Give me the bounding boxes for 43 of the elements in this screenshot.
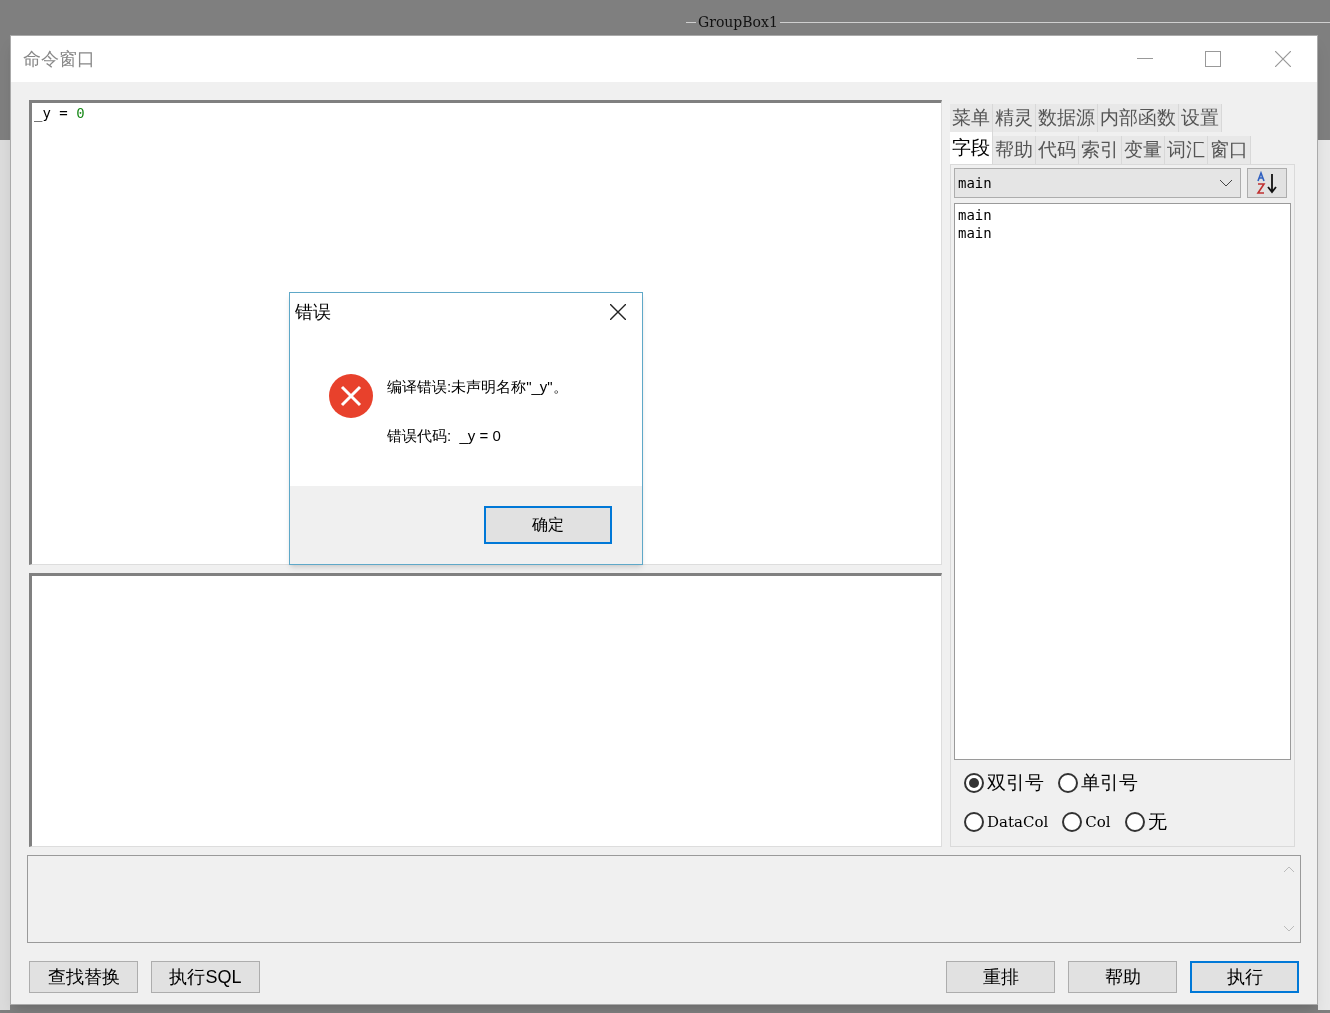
footer-button[interactable]: 执行 bbox=[1190, 961, 1299, 993]
radio-label: Col bbox=[1085, 811, 1111, 833]
tab[interactable]: 帮助 bbox=[993, 136, 1036, 164]
dialog-title: 错误 bbox=[295, 300, 331, 324]
footer-button[interactable]: 执行SQL bbox=[151, 961, 260, 993]
maximize-icon[interactable] bbox=[1205, 51, 1221, 67]
tab[interactable]: 菜单 bbox=[950, 104, 993, 132]
radio-button[interactable] bbox=[964, 773, 984, 794]
close-icon[interactable] bbox=[610, 304, 626, 320]
list-item[interactable]: main bbox=[958, 224, 1287, 242]
object-dropdown[interactable]: main bbox=[954, 168, 1241, 198]
footer-button[interactable]: 帮助 bbox=[1068, 961, 1177, 993]
radio-label: DataCol bbox=[987, 811, 1049, 833]
radio-label: 无 bbox=[1147, 809, 1167, 834]
footer-button[interactable]: 重排 bbox=[946, 961, 1055, 993]
chevron-down-icon bbox=[1219, 179, 1233, 187]
error-icon bbox=[328, 373, 374, 419]
minimize-icon[interactable] bbox=[1137, 58, 1153, 60]
ok-button[interactable]: 确定 bbox=[484, 506, 612, 544]
footer-button[interactable]: 查找替换 bbox=[29, 961, 138, 993]
tab[interactable]: 数据源 bbox=[1036, 104, 1098, 132]
tab[interactable]: 变量 bbox=[1122, 136, 1165, 164]
tab[interactable]: 索引 bbox=[1079, 136, 1122, 164]
sort-az-icon bbox=[1255, 171, 1279, 195]
tab[interactable]: 设置 bbox=[1179, 104, 1222, 132]
radio-button[interactable] bbox=[964, 811, 984, 832]
tab[interactable]: 窗口 bbox=[1208, 136, 1251, 164]
tab[interactable]: 字段 bbox=[950, 132, 993, 164]
list-item[interactable]: main bbox=[958, 206, 1287, 224]
tab[interactable]: 代码 bbox=[1036, 136, 1079, 164]
radio-label: 单引号 bbox=[1081, 771, 1138, 795]
error-code: 错误代码: _y = 0 bbox=[387, 425, 502, 446]
error-message: 编译错误:未声明名称"_y"。 bbox=[387, 377, 568, 397]
tab[interactable]: 精灵 bbox=[993, 104, 1036, 132]
tab[interactable]: 内部函数 bbox=[1098, 104, 1179, 132]
radio-button[interactable] bbox=[1124, 811, 1145, 832]
tab[interactable]: 词汇 bbox=[1165, 136, 1208, 164]
radio-label: 双引号 bbox=[987, 771, 1044, 795]
window-title: 命令窗口 bbox=[23, 47, 95, 71]
code-line: _y = 0 bbox=[34, 105, 85, 121]
sort-button[interactable] bbox=[1247, 168, 1287, 198]
radio-button[interactable] bbox=[1062, 811, 1083, 832]
radio-button[interactable] bbox=[1058, 773, 1078, 794]
